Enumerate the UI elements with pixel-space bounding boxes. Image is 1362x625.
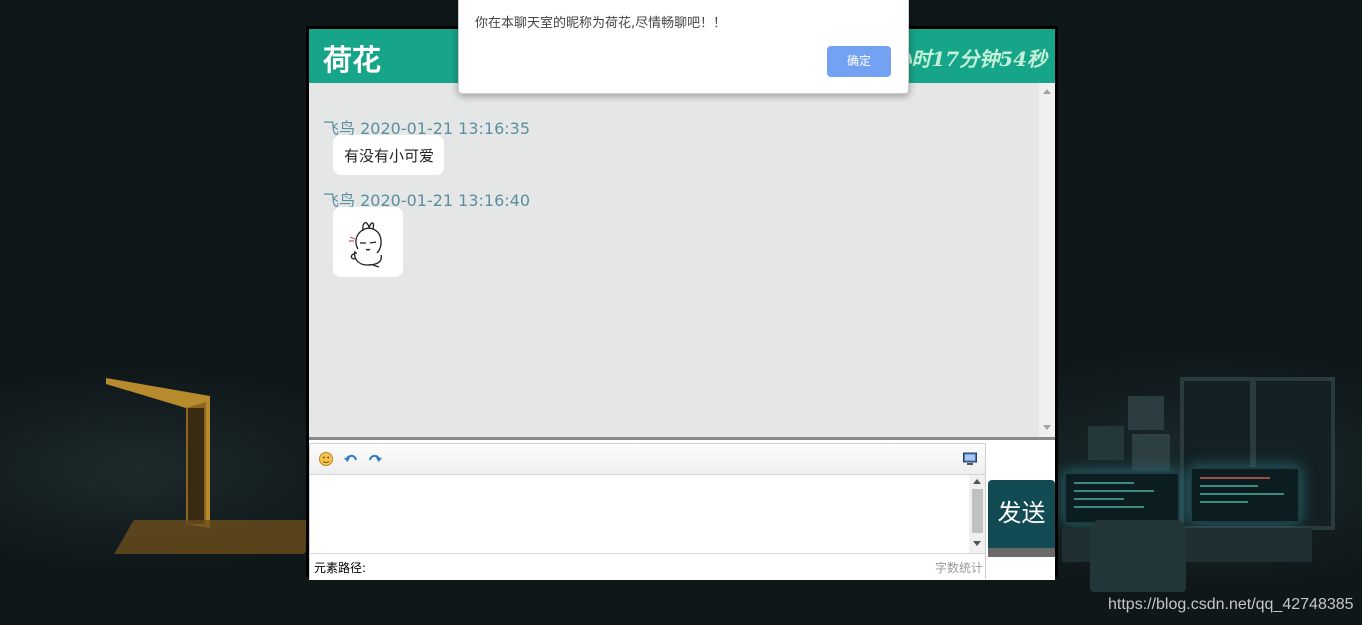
nickname-title: 荷花 [323,43,382,77]
alert-dialog: 你在本聊天室的昵称为荷花,尽情畅聊吧！！ 确定 [458,0,909,94]
editor-toolbar [310,444,985,475]
monitor-illustration [1064,472,1180,524]
scroll-down-icon[interactable] [973,541,981,546]
fullscreen-icon[interactable] [962,451,978,467]
door-light-floor [114,520,324,554]
scroll-down-icon[interactable] [1043,425,1051,430]
chair-illustration [1090,520,1186,592]
message-bubble: 有没有小可爱 [333,135,445,175]
input-area: 元素路径: 字数统计 发送 [309,437,1055,580]
message-list[interactable]: 飞鸟 2020-01-21 13:16:35 有没有小可爱 飞鸟 2020-01… [309,83,1055,437]
dialog-message: 你在本聊天室的昵称为荷花,尽情畅聊吧！！ [475,16,727,31]
editor-status-bar: 元素路径: 字数统计 [310,553,985,579]
rich-text-editor: 元素路径: 字数统计 [309,443,986,579]
chat-window: 荷花 小时17分钟54秒 飞鸟 2020-01-21 13:16:35 有没有小… [306,26,1058,580]
wall-picture [1128,396,1164,430]
monitor-illustration [1190,467,1300,523]
send-button[interactable]: 发送 [988,480,1055,557]
scrollbar-thumb[interactable] [972,489,983,533]
editor-scrollbar[interactable] [969,475,985,553]
ok-button[interactable]: 确定 [827,46,891,77]
message-bubble-sticker [333,207,403,277]
undo-icon[interactable] [343,451,359,467]
online-timer: 小时17分钟54秒 [891,47,1047,71]
scroll-up-icon[interactable] [973,479,981,484]
emoji-icon[interactable] [318,451,334,467]
wall-picture [1132,434,1170,470]
message-input[interactable] [310,475,985,553]
open-door-illustration [106,378,210,528]
redo-icon[interactable] [367,451,383,467]
scroll-up-icon[interactable] [1043,89,1051,94]
watermark: https://blog.csdn.net/qq_42748385 [1108,596,1354,613]
rabbit-sticker-icon [349,221,382,268]
word-count-label: 字数统计 [934,561,983,575]
wall-picture [1088,426,1124,460]
message-scrollbar[interactable] [1039,83,1055,437]
element-path-label: 元素路径: [314,561,367,575]
